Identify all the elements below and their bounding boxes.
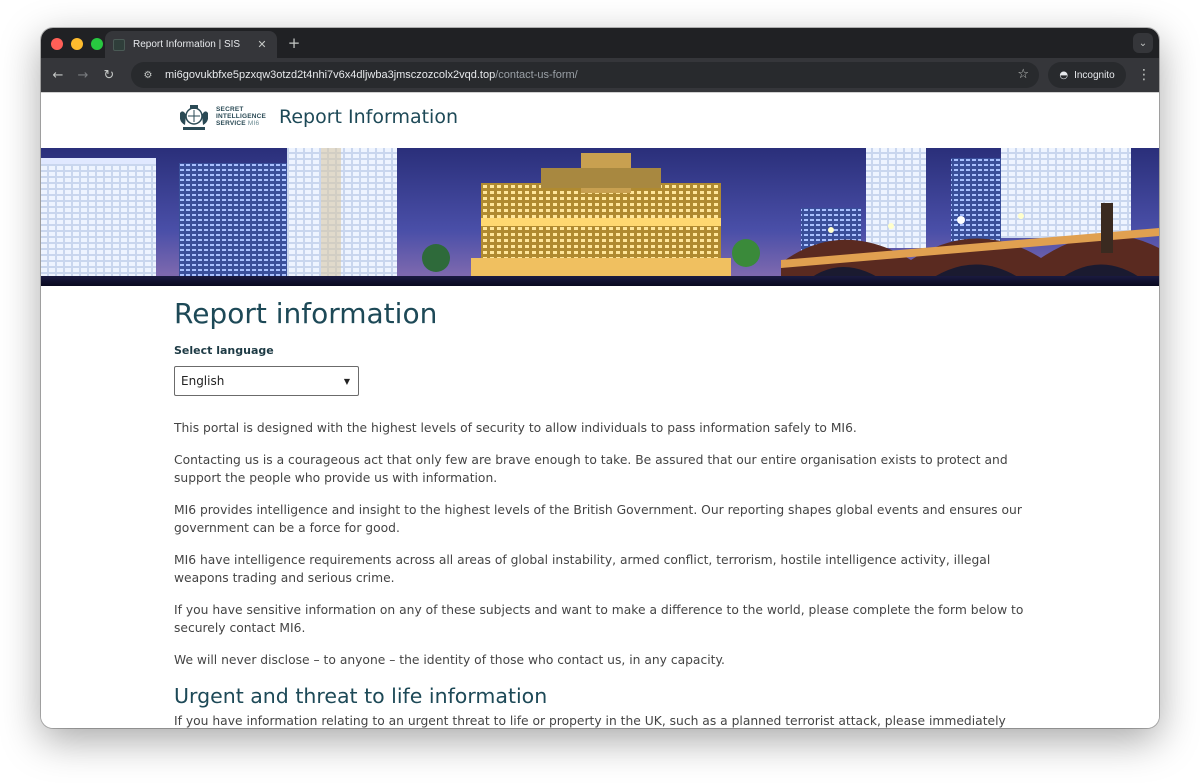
intro-paragraph: MI6 have intelligence requirements acros…	[174, 553, 991, 585]
bookmark-star-icon[interactable]: ☆	[1017, 67, 1029, 82]
tab-title: Report Information | SIS	[133, 39, 241, 50]
url-host: mi6govukbfxe5pzxqw3otzd2t4nhi7v6x4dljwba…	[165, 69, 496, 81]
site-title[interactable]: Report Information	[279, 106, 458, 128]
org-line-1: SECRET	[216, 106, 244, 113]
intro-paragraph: We will never disclose – to anyone – the…	[174, 653, 725, 667]
main-content: Report information Select language Engli…	[174, 297, 1024, 728]
tab-close-icon[interactable]: ✕	[255, 38, 269, 51]
language-label: Select language	[174, 344, 274, 357]
web-page: SECRET INTELLIGENCE SERVICE MI6 Report I…	[41, 92, 1159, 728]
tab-search-chevron-icon[interactable]: ⌄	[1133, 33, 1153, 53]
maximize-window-button[interactable]	[91, 38, 103, 50]
org-line-2: INTELLIGENCE	[216, 113, 267, 120]
new-tab-button[interactable]: +	[285, 34, 303, 52]
back-arrow-icon[interactable]: ←	[48, 65, 68, 85]
minimize-window-button[interactable]	[71, 38, 83, 50]
org-line-3: SERVICE	[216, 120, 246, 127]
org-mi6: MI6	[247, 120, 260, 127]
language-select-value: English	[181, 374, 225, 388]
url-text[interactable]: mi6govukbfxe5pzxqw3otzd2t4nhi7v6x4dljwba…	[165, 69, 578, 81]
urgent-paragraph: If you have information relating to an u…	[174, 714, 1006, 728]
tab-favicon-icon	[113, 38, 125, 51]
browser-window: Report Information | SIS ✕ + ⌄ ← → ↻ ⚙ m…	[41, 28, 1159, 728]
reload-icon[interactable]: ↻	[99, 65, 119, 85]
site-settings-icon[interactable]: ⚙	[141, 68, 155, 82]
incognito-icon: ◓	[1059, 69, 1069, 81]
browser-menu-icon[interactable]: ⋮	[1137, 66, 1151, 84]
intro-paragraph: MI6 provides intelligence and insight to…	[174, 503, 1022, 535]
tab-strip: Report Information | SIS ✕ + ⌄	[41, 28, 1159, 58]
intro-paragraph: This portal is designed with the highest…	[174, 421, 857, 435]
hero-banner-image	[41, 148, 1159, 286]
browser-tab[interactable]: Report Information | SIS ✕	[105, 31, 277, 58]
incognito-indicator[interactable]: ◓ Incognito	[1048, 62, 1126, 88]
close-window-button[interactable]	[51, 38, 63, 50]
intro-paragraph: If you have sensitive information on any…	[174, 603, 1024, 635]
window-controls	[51, 38, 103, 50]
urgent-heading: Urgent and threat to life information	[174, 684, 548, 708]
org-name: SECRET INTELLIGENCE SERVICE MI6	[216, 106, 266, 127]
site-header: SECRET INTELLIGENCE SERVICE MI6 Report I…	[41, 93, 1159, 148]
intro-paragraph: Contacting us is a courageous act that o…	[174, 453, 1008, 485]
url-path: /contact-us-form/	[495, 69, 578, 81]
forward-arrow-icon[interactable]: →	[73, 65, 93, 85]
browser-toolbar: ← → ↻ ⚙ mi6govukbfxe5pzxqw3otzd2t4nhi7v6…	[41, 58, 1159, 92]
address-bar[interactable]: ⚙ mi6govukbfxe5pzxqw3otzd2t4nhi7v6x4dljw…	[131, 62, 1039, 88]
dropdown-arrow-icon: ▼	[343, 376, 350, 386]
page-title: Report information	[174, 297, 438, 330]
incognito-label: Incognito	[1074, 69, 1115, 81]
royal-crest-icon	[180, 105, 208, 130]
language-select[interactable]: English ▼	[174, 366, 359, 396]
